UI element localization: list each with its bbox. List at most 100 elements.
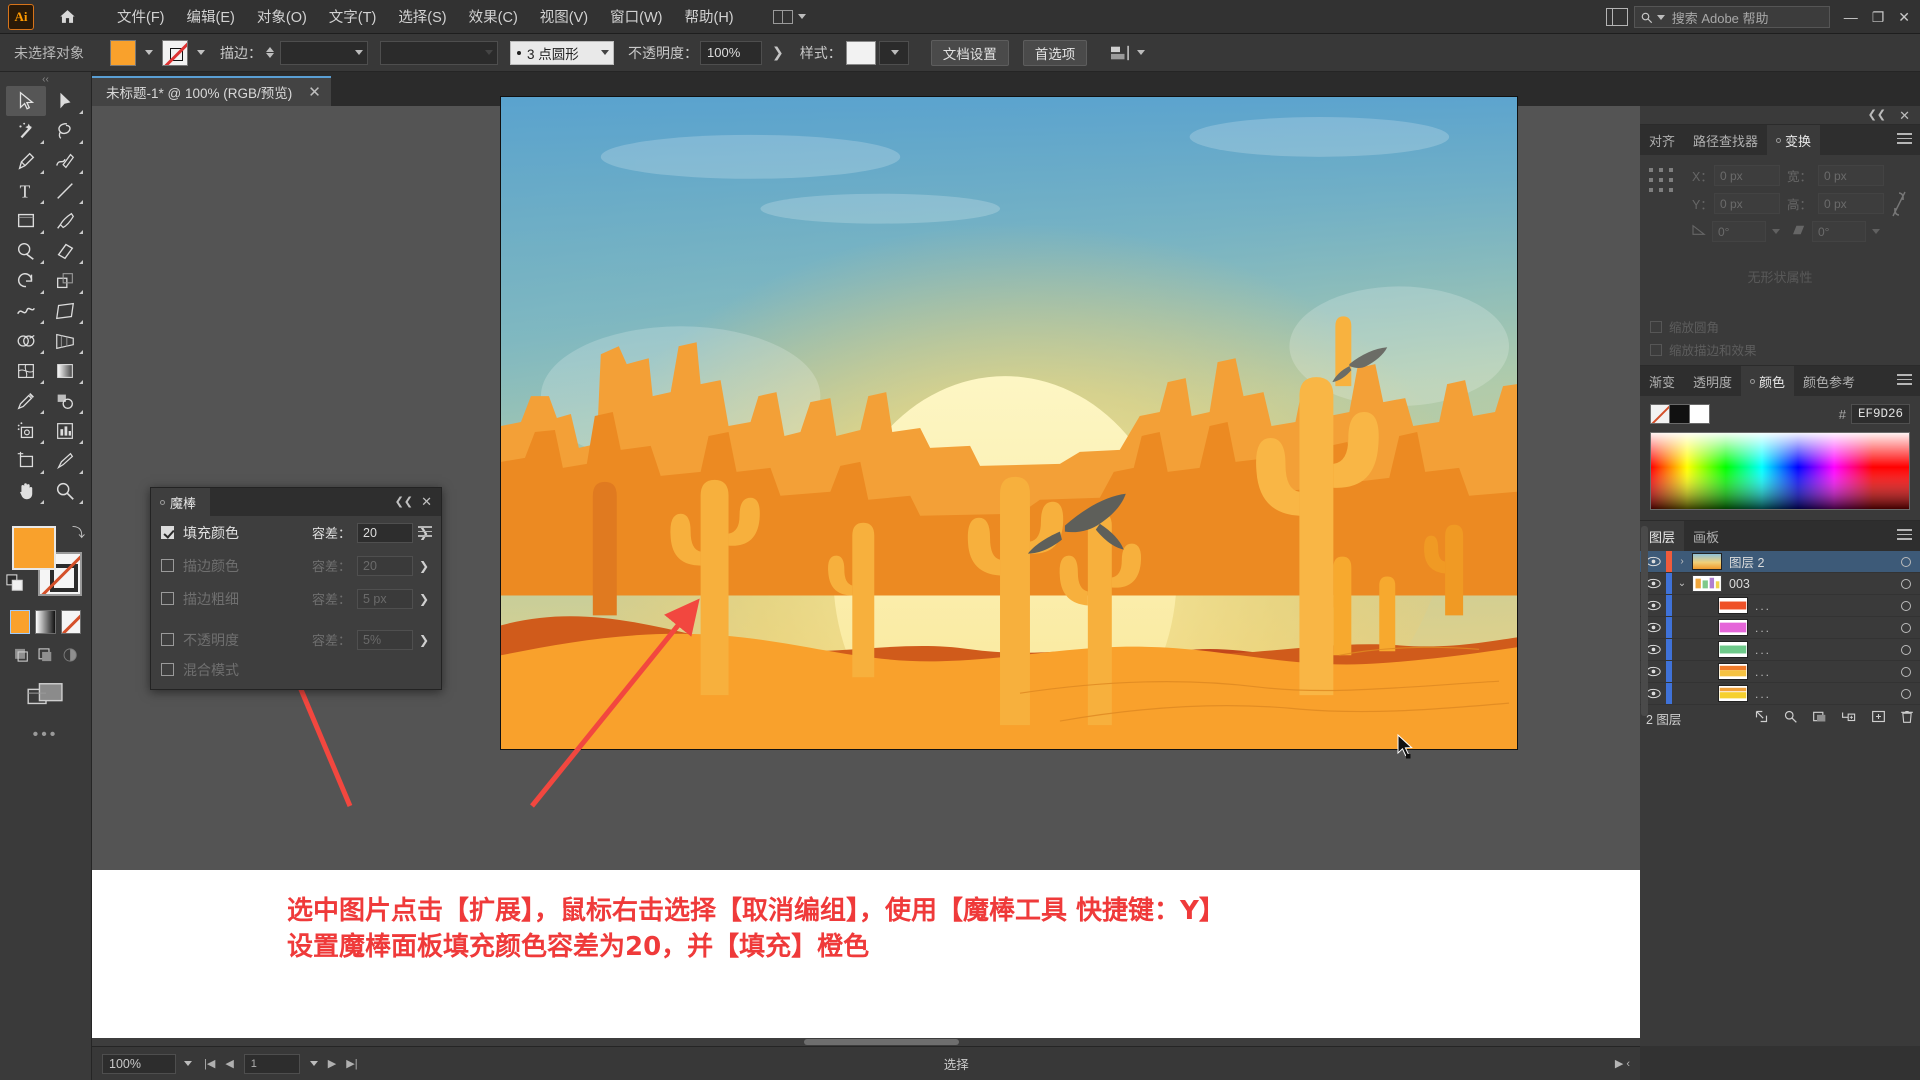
line-segment-tool[interactable] — [46, 176, 86, 206]
table-row[interactable]: › 图层 2 — [1640, 551, 1920, 573]
panel-menu-icon[interactable] — [1897, 374, 1912, 388]
fill-chevron-icon[interactable] — [145, 50, 153, 55]
scale-tool[interactable] — [46, 266, 86, 296]
magic-wand-row-stroke-color[interactable]: 描边颜色 容差： 20 ❯ — [151, 549, 441, 582]
slice-tool[interactable] — [46, 446, 86, 476]
tab-pathfinder[interactable]: 路径查找器 — [1684, 125, 1767, 155]
tab-gradient[interactable]: 渐变 — [1640, 366, 1684, 396]
menu-item-view[interactable]: 视图(V) — [529, 2, 599, 31]
menu-item-effect[interactable]: 效果(C) — [458, 2, 529, 31]
align-chevron-icon[interactable] — [1137, 50, 1146, 55]
x-input[interactable]: 0 px — [1714, 165, 1780, 186]
close-icon[interactable]: ✕ — [421, 494, 432, 510]
black-swatch[interactable] — [1670, 404, 1690, 424]
layer-name[interactable]: 图层 2 — [1729, 552, 1892, 571]
magic-wand-row-fill-color[interactable]: 填充颜色 容差： 20 ❯ — [151, 516, 441, 549]
reference-point-selector[interactable] — [1648, 167, 1674, 193]
menu-item-file[interactable]: 文件(F) — [106, 2, 176, 31]
edit-toolbar-button[interactable]: ••• — [0, 710, 91, 744]
panel-menu-icon[interactable] — [1897, 133, 1912, 147]
target-indicator[interactable] — [1892, 578, 1920, 589]
rectangle-tool[interactable] — [6, 206, 46, 236]
dock-collapse-icon[interactable]: ❮❮ — [1868, 108, 1886, 121]
shaper-tool[interactable] — [6, 236, 46, 266]
opacity-tolerance-input[interactable]: 5% — [357, 629, 413, 650]
graphic-style-swatch[interactable] — [845, 40, 876, 65]
search-icon[interactable] — [1783, 709, 1798, 727]
shear-chevron-icon[interactable] — [1872, 229, 1880, 234]
opacity-tolerance-arrow-icon[interactable]: ❯ — [419, 633, 431, 647]
layer-name[interactable]: ... — [1755, 599, 1892, 613]
zoom-tool[interactable] — [46, 476, 86, 506]
artboard[interactable] — [500, 96, 1518, 750]
symbol-sprayer-tool[interactable] — [6, 416, 46, 446]
tab-color-guide[interactable]: 颜色参考 — [1794, 366, 1864, 396]
tab-transform[interactable]: 变换 — [1767, 125, 1821, 155]
layer-name[interactable]: 003 — [1729, 577, 1892, 591]
scale-strokes-checkbox[interactable] — [1650, 343, 1662, 356]
artboard-tool[interactable] — [6, 446, 46, 476]
graphic-style-chevron[interactable] — [878, 40, 909, 65]
tab-align[interactable]: 对齐 — [1640, 125, 1684, 155]
collapse-group-icon[interactable]: ⌄ — [1672, 578, 1692, 589]
gradient-tool[interactable] — [46, 356, 86, 386]
locate-object-icon[interactable] — [1754, 709, 1769, 727]
close-icon[interactable]: ✕ — [308, 83, 321, 101]
tab-artboards[interactable]: 画板 — [1684, 521, 1728, 551]
zoom-chevron-icon[interactable] — [184, 1061, 192, 1066]
restore-button[interactable]: ❐ — [1872, 9, 1885, 26]
fill-tolerance-input[interactable]: 20 — [357, 522, 413, 543]
menu-item-object[interactable]: 对象(O) — [246, 2, 318, 31]
opacity-options-arrow-icon[interactable]: ❯ — [772, 44, 784, 61]
stroke-weight-checkbox[interactable] — [161, 592, 174, 605]
table-row[interactable]: ⌄ 003 — [1640, 573, 1920, 595]
opacity-checkbox[interactable] — [161, 633, 174, 646]
target-indicator[interactable] — [1892, 600, 1920, 611]
panel-menu-icon[interactable] — [418, 526, 432, 540]
create-sublayer-icon[interactable] — [1841, 709, 1857, 727]
draw-inside-icon[interactable] — [61, 644, 79, 666]
angle-input[interactable]: 0° — [1712, 221, 1766, 242]
width-tool[interactable] — [6, 296, 46, 326]
stroke-chevron-icon[interactable] — [197, 50, 205, 55]
canvas-horizontal-scrollbar[interactable] — [92, 1038, 1640, 1046]
magic-wand-row-blending-mode[interactable]: 混合模式 — [151, 656, 441, 689]
magic-wand-tool[interactable] — [6, 116, 46, 146]
make-clipping-mask-icon[interactable] — [1812, 709, 1827, 727]
curvature-tool[interactable] — [46, 146, 86, 176]
expand-layer-icon[interactable]: › — [1672, 556, 1692, 567]
zoom-level-input[interactable]: 100% — [102, 1053, 176, 1074]
type-tool[interactable]: T — [6, 176, 46, 206]
stroke-tolerance-input[interactable]: 20 — [357, 555, 413, 576]
toolbar-fill-swatch[interactable] — [12, 526, 56, 570]
prev-artboard-icon[interactable]: ◀ — [225, 1057, 233, 1070]
brush-definition-select[interactable]: 3 点圆形 — [510, 40, 614, 65]
screen-mode-button[interactable] — [0, 666, 91, 710]
opacity-input[interactable]: 100% — [700, 40, 762, 65]
menu-item-type[interactable]: 文字(T) — [318, 2, 388, 31]
selection-tool[interactable] — [6, 86, 46, 116]
scale-corners-checkbox[interactable] — [1650, 320, 1662, 333]
none-button[interactable] — [60, 610, 81, 634]
hand-tool[interactable] — [6, 476, 46, 506]
close-icon[interactable]: ✕ — [1899, 108, 1910, 124]
color-button[interactable] — [10, 610, 31, 634]
close-button[interactable]: ✕ — [1898, 9, 1910, 26]
scale-corners-option[interactable]: 缩放圆角 — [1650, 317, 1920, 336]
table-row[interactable]: ... — [1640, 661, 1920, 683]
workspace-switcher[interactable] — [767, 7, 812, 27]
stroke-swatch[interactable] — [162, 39, 188, 66]
target-indicator[interactable] — [1892, 556, 1920, 567]
properties-panel-icon[interactable] — [1605, 8, 1628, 26]
eraser-tool[interactable] — [46, 236, 86, 266]
column-graph-tool[interactable] — [46, 416, 86, 446]
shear-input[interactable]: 0° — [1812, 221, 1866, 242]
color-swatch-stack[interactable] — [1650, 404, 1710, 424]
blending-mode-checkbox[interactable] — [161, 663, 174, 676]
y-input[interactable]: 0 px — [1714, 193, 1780, 214]
artboard-number-input[interactable]: 1 — [243, 1053, 300, 1074]
dock-scrollbar[interactable] — [1641, 526, 1648, 716]
magic-wand-row-stroke-weight[interactable]: 描边粗细 容差： 5 px ❯ — [151, 582, 441, 615]
direct-selection-tool[interactable] — [46, 86, 86, 116]
layer-name[interactable]: ... — [1755, 621, 1892, 635]
